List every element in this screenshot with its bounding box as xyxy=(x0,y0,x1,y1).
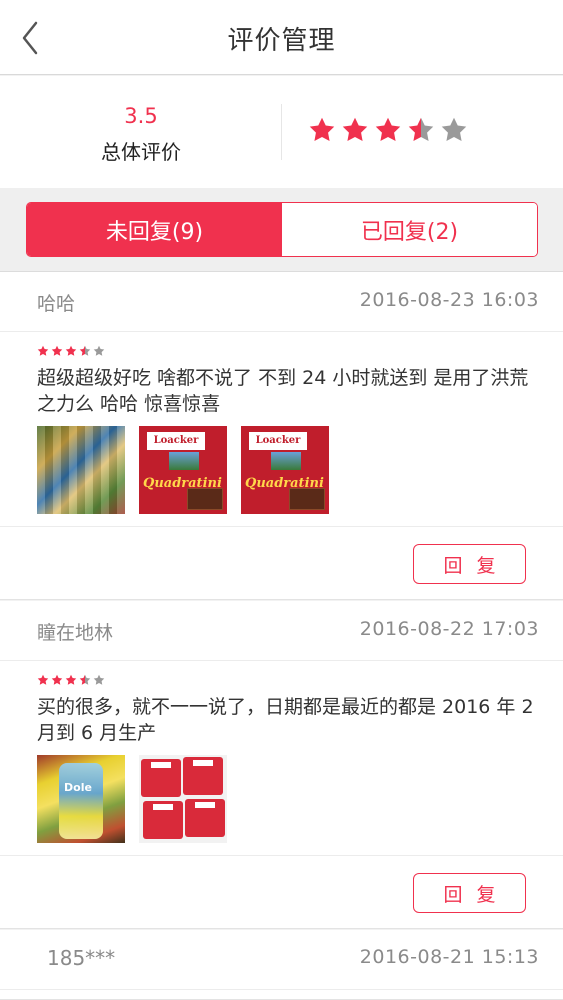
tab-bar: 未回复(9) 已回复(2) xyxy=(0,188,563,272)
mountain-graphic xyxy=(169,452,199,470)
review-card: 185*** 2016-08-21 15:13 xyxy=(0,930,563,1000)
review-header: 哈哈 2016-08-23 16:03 xyxy=(0,272,563,332)
review-star-rating xyxy=(37,345,105,357)
review-username: 哈哈 xyxy=(37,293,76,315)
star-icon xyxy=(51,345,63,356)
snack-bag-graphic xyxy=(183,757,223,795)
review-text: 超级超级好吃 啥都不说了 不到 24 小时就送到 是用了洪荒之力么 哈哈 惊喜惊… xyxy=(37,367,529,415)
snack-bag-graphic xyxy=(143,801,183,839)
page-title: 评价管理 xyxy=(227,26,336,56)
tab-unreplied[interactable]: 未回复(9) xyxy=(27,203,282,256)
rating-summary: 3.5 总体评价 xyxy=(0,76,563,188)
summary-divider xyxy=(281,104,282,160)
review-username: 瞳在地林 xyxy=(37,622,114,644)
star-icon xyxy=(65,674,77,685)
review-images: Loacker Quadratini Loacker Quadratini xyxy=(37,426,329,514)
review-images xyxy=(37,755,227,843)
review-photo-loacker-quadratini[interactable]: Loacker Quadratini xyxy=(139,426,227,514)
wafer-graphic xyxy=(187,488,223,510)
nav-bar: 评价管理 xyxy=(0,0,563,75)
reply-button[interactable]: 回复 xyxy=(413,873,526,913)
review-text: 买的很多，就不一一说了，日期都是最近的都是 2016 年 2 月到 6 月生产 xyxy=(37,696,534,744)
review-username: 185*** xyxy=(47,946,116,970)
star-icon xyxy=(79,345,91,356)
review-footer: 回复 xyxy=(0,526,563,600)
review-card: 哈哈 2016-08-23 16:03 超级超级好吃 啥都不说了 不到 24 小… xyxy=(0,272,563,600)
review-photo-loacker-box[interactable]: Loacker Quadratini xyxy=(241,426,329,514)
overall-score: 3.5 xyxy=(124,104,158,128)
loacker-logo: Loacker xyxy=(249,432,307,450)
review-card: 瞳在地林 2016-08-22 17:03 买的很多，就不一一说了，日期都是最近… xyxy=(0,601,563,929)
star-icon xyxy=(93,674,105,685)
overall-score-label: 总体评价 xyxy=(101,140,181,164)
loacker-logo: Loacker xyxy=(147,432,205,450)
tab-replied[interactable]: 已回复(2) xyxy=(282,203,537,256)
star-icon xyxy=(93,345,105,356)
review-photo-loacker-bags[interactable] xyxy=(139,755,227,843)
star-icon xyxy=(375,117,401,141)
review-header: 185*** 2016-08-21 15:13 xyxy=(0,930,563,990)
star-icon xyxy=(65,345,77,356)
star-icon xyxy=(342,117,368,141)
review-date: 2016-08-21 15:13 xyxy=(359,946,539,968)
star-icon xyxy=(79,674,91,685)
wafer-graphic xyxy=(289,488,325,510)
review-photo-dole-drinks[interactable] xyxy=(37,755,125,843)
star-icon xyxy=(309,117,335,141)
star-icon xyxy=(51,674,63,685)
reply-button[interactable]: 回复 xyxy=(413,544,526,584)
review-header: 瞳在地林 2016-08-22 17:03 xyxy=(0,601,563,661)
star-icon xyxy=(408,117,434,141)
star-icon xyxy=(441,117,467,141)
snack-bag-graphic xyxy=(141,759,181,797)
review-photo-snacks[interactable] xyxy=(37,426,125,514)
review-date: 2016-08-22 17:03 xyxy=(359,618,539,640)
review-star-rating xyxy=(37,674,105,686)
star-icon xyxy=(37,674,49,685)
snack-bag-graphic xyxy=(185,799,225,837)
star-icon xyxy=(37,345,49,356)
review-footer: 回复 xyxy=(0,855,563,929)
overall-star-rating xyxy=(308,116,468,146)
tab-group: 未回复(9) 已回复(2) xyxy=(26,202,538,257)
review-date: 2016-08-23 16:03 xyxy=(359,289,539,311)
mountain-graphic xyxy=(271,452,301,470)
